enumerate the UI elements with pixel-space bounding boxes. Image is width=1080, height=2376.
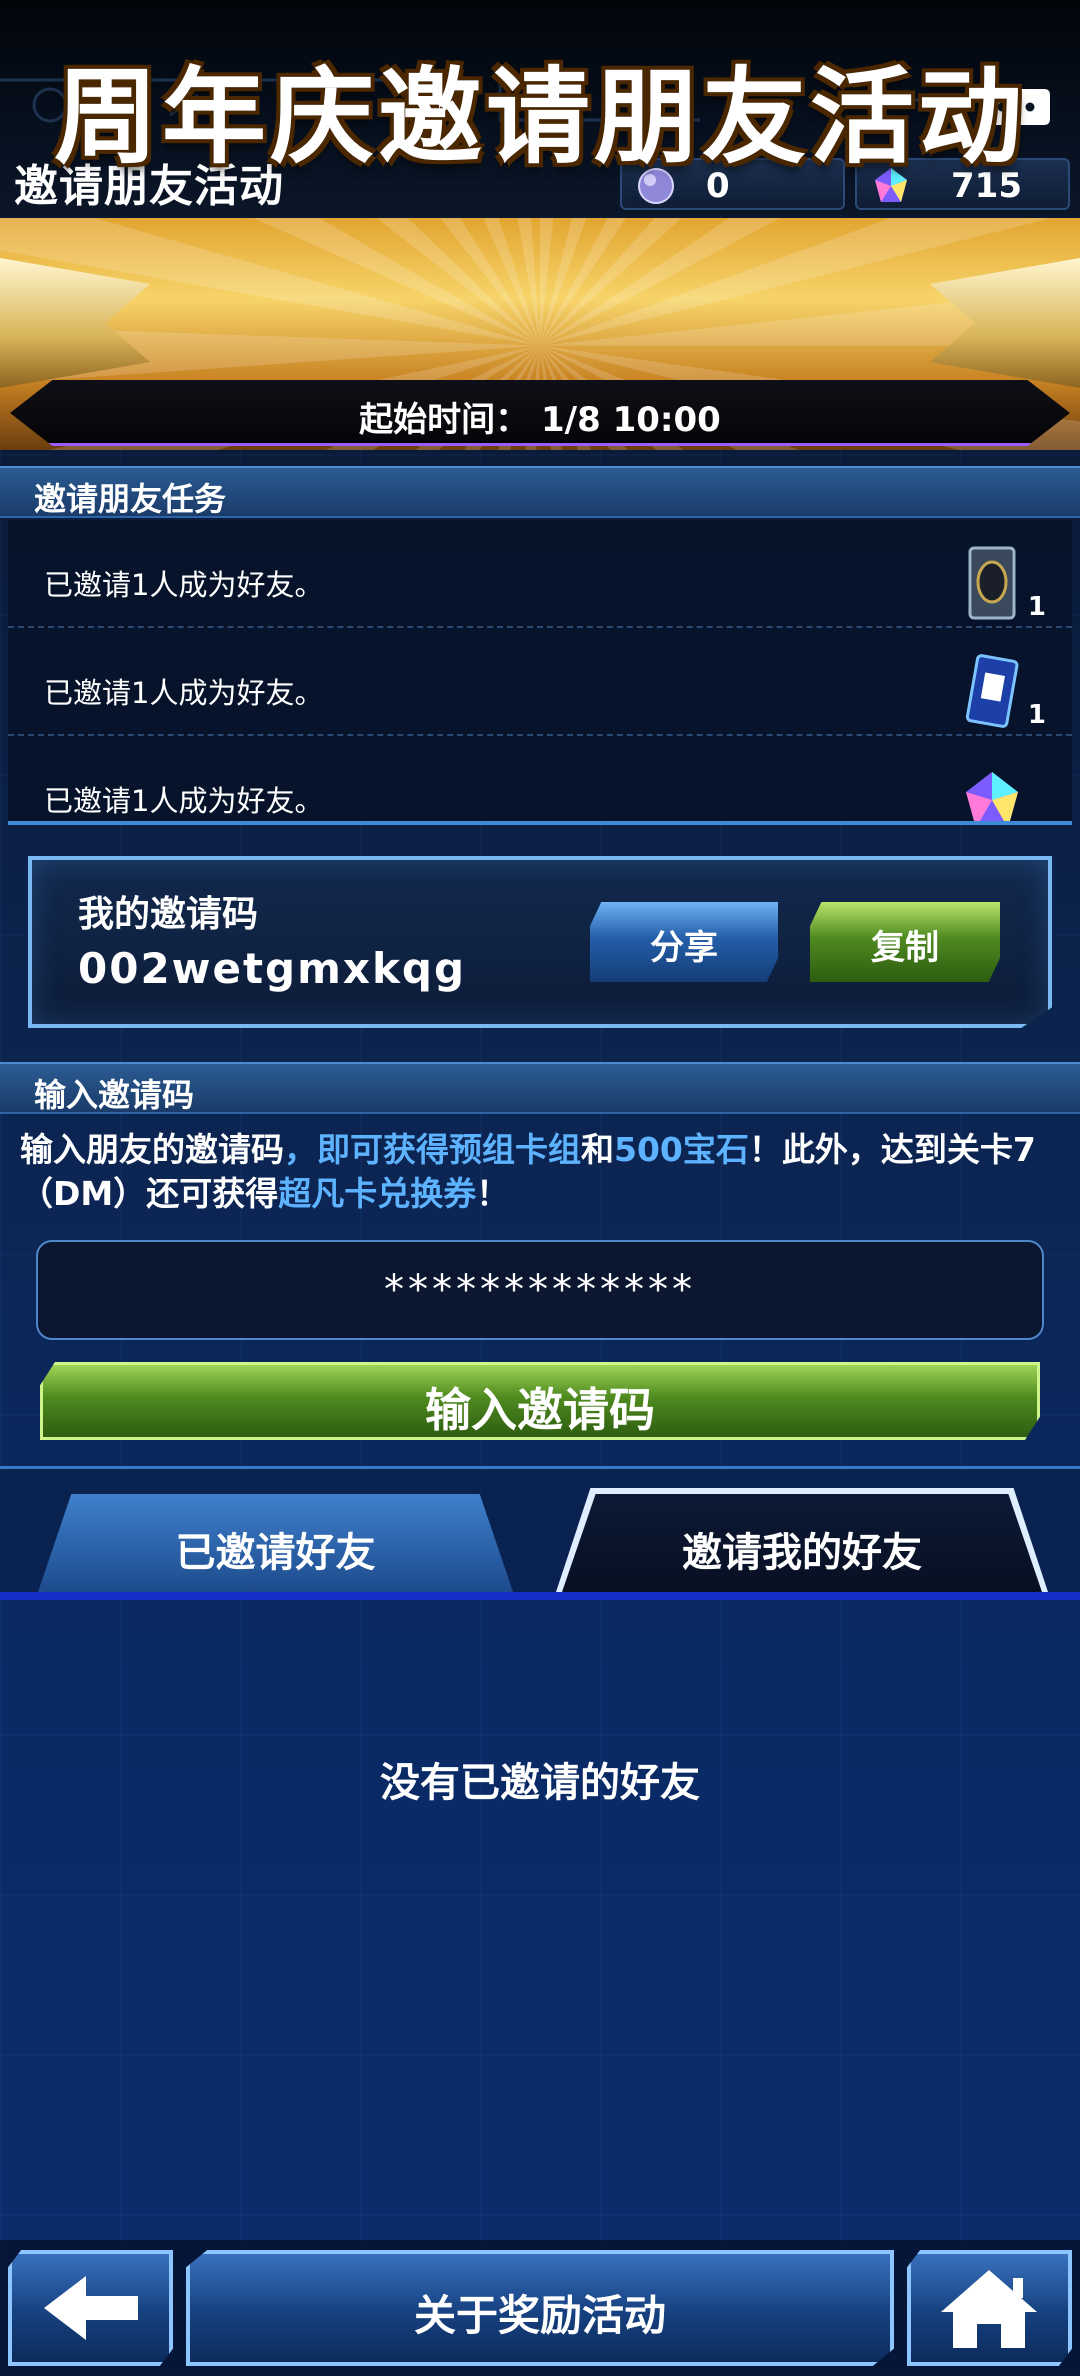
task-row: 已邀请1人成为好友。 1: [8, 628, 1072, 736]
task-text: 已邀请1人成为好友。: [44, 676, 324, 710]
about-rewards-label: 关于奖励活动: [413, 2291, 666, 2340]
task-row: 已邀请1人成为好友。 1: [8, 520, 1072, 628]
task-list[interactable]: 已邀请1人成为好友。 1 已邀请1人成为好友。 1 已邀请1人成为好友。: [8, 520, 1072, 825]
tab-label: 已邀请好友: [175, 1530, 376, 1576]
card-ticket-icon: [965, 654, 1019, 728]
invite-code-label: 我的邀请码: [78, 894, 259, 935]
enter-code-description: 输入朋友的邀请码，即可获得预组卡组和500宝石！此外，达到关卡7（DM）还可获得…: [20, 1128, 1070, 1216]
desc-highlight: ，即可获得预组卡组: [284, 1130, 581, 1169]
empty-list-message: 没有已邀请的好友: [380, 1760, 700, 1806]
back-arrow-icon: [44, 2276, 138, 2340]
back-button[interactable]: [8, 2250, 173, 2366]
home-icon: [941, 2270, 1037, 2348]
task-row: 已邀请1人成为好友。: [8, 736, 1072, 821]
deck-box-icon: [968, 546, 1016, 620]
tab-friends-who-invited-me[interactable]: 邀请我的好友: [562, 1494, 1042, 1592]
share-button-label: 分享: [650, 928, 718, 968]
task-text: 已邀请1人成为好友。: [44, 568, 324, 602]
gem-icon: [966, 772, 1018, 821]
banner-title: 周年庆邀请朋友活动: [53, 56, 1026, 178]
task-reward-quantity: 1: [1027, 592, 1046, 622]
start-time-text: 起始时间： 1/8 10:00: [359, 400, 721, 440]
submit-button-label: 输入邀请码: [425, 1383, 655, 1437]
desc-text: 和: [581, 1130, 614, 1169]
tab-underline: [0, 1592, 1080, 1600]
copy-button-label: 复制: [871, 928, 939, 968]
enter-code-header: 输入邀请码: [0, 1062, 1080, 1114]
share-button[interactable]: 分享: [590, 902, 778, 982]
desc-text: ！: [476, 1174, 510, 1213]
task-text: 已邀请1人成为好友。: [44, 784, 324, 818]
tasks-header-label: 邀请朋友任务: [34, 480, 227, 518]
tab-label: 邀请我的好友: [682, 1530, 922, 1576]
invite-code-input[interactable]: [36, 1240, 1044, 1340]
tasks-header: 邀请朋友任务: [0, 466, 1080, 518]
submit-invite-code-button[interactable]: 输入邀请码: [40, 1362, 1040, 1440]
desc-text: 输入朋友的邀请码: [20, 1130, 284, 1169]
home-button[interactable]: [907, 2250, 1072, 2366]
enter-code-header-label: 输入邀请码: [34, 1076, 195, 1114]
about-rewards-button[interactable]: 关于奖励活动: [186, 2250, 894, 2366]
copy-button[interactable]: 复制: [810, 902, 1000, 982]
desc-highlight: 超凡卡兑换券: [278, 1174, 477, 1213]
task-reward-quantity: 1: [1027, 700, 1046, 730]
desc-highlight: 500宝石: [614, 1130, 749, 1169]
invite-code-value: 002wetgmxkqg: [78, 944, 467, 993]
tab-invited-friends[interactable]: 已邀请好友: [38, 1494, 513, 1592]
